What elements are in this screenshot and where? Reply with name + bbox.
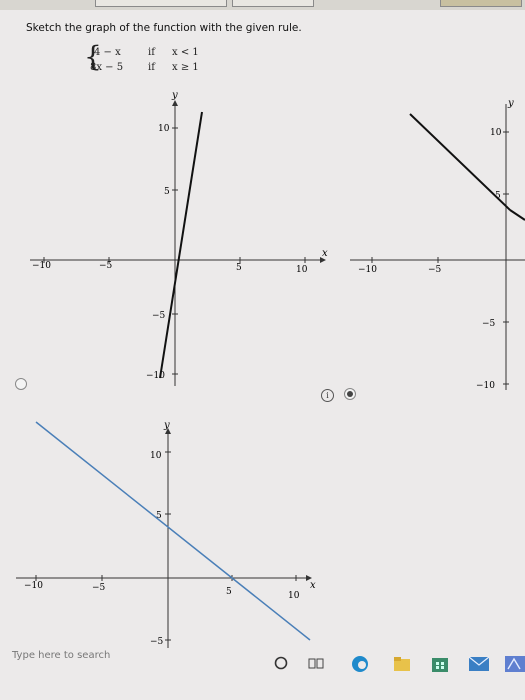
piece-2-expr: 8x − 5 xyxy=(90,62,124,73)
function-line xyxy=(35,421,311,641)
axis-x-label: x xyxy=(322,248,328,259)
cortana-circle-icon[interactable] xyxy=(274,656,288,670)
windows-taskbar: Type here to search xyxy=(0,640,525,700)
tick-y-5: 5 xyxy=(164,187,170,197)
tick-x-neg10: −10 xyxy=(358,265,377,275)
tick-y-10: 10 xyxy=(490,128,502,138)
tick-y-neg10: −10 xyxy=(476,381,495,391)
taskbar-search-input[interactable]: Type here to search xyxy=(12,650,110,661)
piece-1-if: if xyxy=(148,47,155,58)
piece-1-cond: x < 1 xyxy=(172,47,199,58)
tick-y-neg5: −5 xyxy=(482,319,496,329)
tick-x-neg10: −10 xyxy=(32,261,51,271)
radio-option-1[interactable] xyxy=(15,378,27,390)
store-icon[interactable] xyxy=(430,654,450,674)
tick-x-10: 10 xyxy=(296,265,308,275)
top-tab-far-right xyxy=(440,0,522,7)
axis-x-label: x xyxy=(310,580,316,591)
piece-2-if: if xyxy=(148,62,155,73)
folder-icon[interactable] xyxy=(392,654,412,674)
tick-y-neg10: −10 xyxy=(146,371,165,381)
function-line xyxy=(159,111,203,379)
task-view-icon[interactable] xyxy=(308,656,324,672)
tick-x-neg5: −5 xyxy=(92,583,106,593)
graph-option-2[interactable]: y −10 −5 10 5 −5 −10 xyxy=(350,90,525,400)
piece-2-cond: x ≥ 1 xyxy=(172,62,199,73)
info-icon[interactable]: i xyxy=(321,389,334,402)
top-tab-left xyxy=(95,0,227,7)
graph-option-3[interactable]: y x −10 −5 5 10 10 5 −5 xyxy=(10,418,330,648)
edge-icon[interactable] xyxy=(350,654,370,674)
mail-icon[interactable] xyxy=(468,654,490,674)
radio-option-2[interactable] xyxy=(344,388,356,400)
tick-x-5: 5 xyxy=(226,587,232,597)
tick-x-5: 5 xyxy=(236,263,242,273)
tick-y-10: 10 xyxy=(158,124,170,134)
function-line-right xyxy=(509,209,525,221)
tick-y-10: 10 xyxy=(150,451,162,461)
tick-x-neg5: −5 xyxy=(99,261,113,271)
tick-x-neg5: −5 xyxy=(428,265,442,275)
axis-y-label: y xyxy=(507,98,514,109)
top-tab-right xyxy=(232,0,314,7)
app-icon[interactable] xyxy=(504,654,525,674)
browser-top-bar xyxy=(0,0,525,10)
axis-y-label: y xyxy=(171,90,178,101)
question-text: Sketch the graph of the function with th… xyxy=(26,22,302,34)
graph-option-1[interactable]: −10 −5 5 10 x y 10 5 −5 −10 xyxy=(24,86,334,396)
piece-1-expr: 4 − x xyxy=(94,47,121,58)
tick-x-10: 10 xyxy=(288,591,300,601)
tick-y-neg5: −5 xyxy=(152,311,166,321)
tick-x-neg10: −10 xyxy=(24,581,43,591)
axis-y-label: y xyxy=(163,420,170,431)
